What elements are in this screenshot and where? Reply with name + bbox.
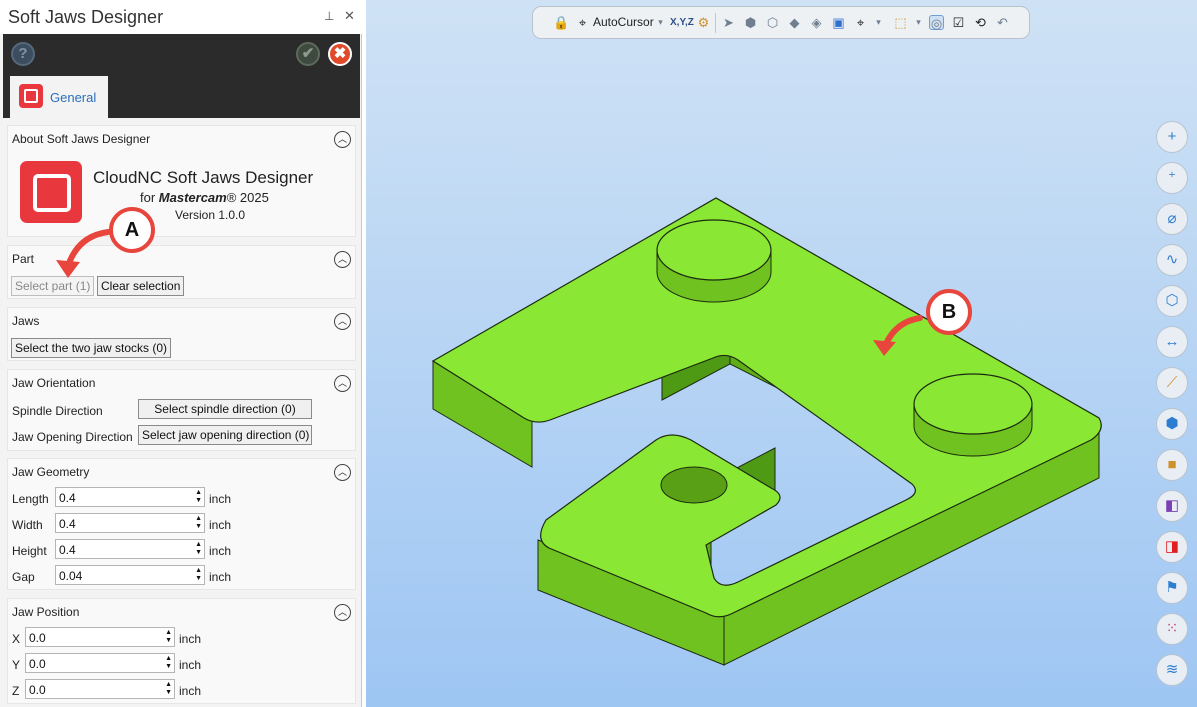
callout-arrows bbox=[56, 229, 923, 356]
callout-b: B bbox=[926, 289, 972, 335]
callout-a: A bbox=[109, 207, 155, 253]
callout-a-arrowhead bbox=[56, 260, 80, 278]
callout-b-arrowhead bbox=[873, 340, 896, 356]
